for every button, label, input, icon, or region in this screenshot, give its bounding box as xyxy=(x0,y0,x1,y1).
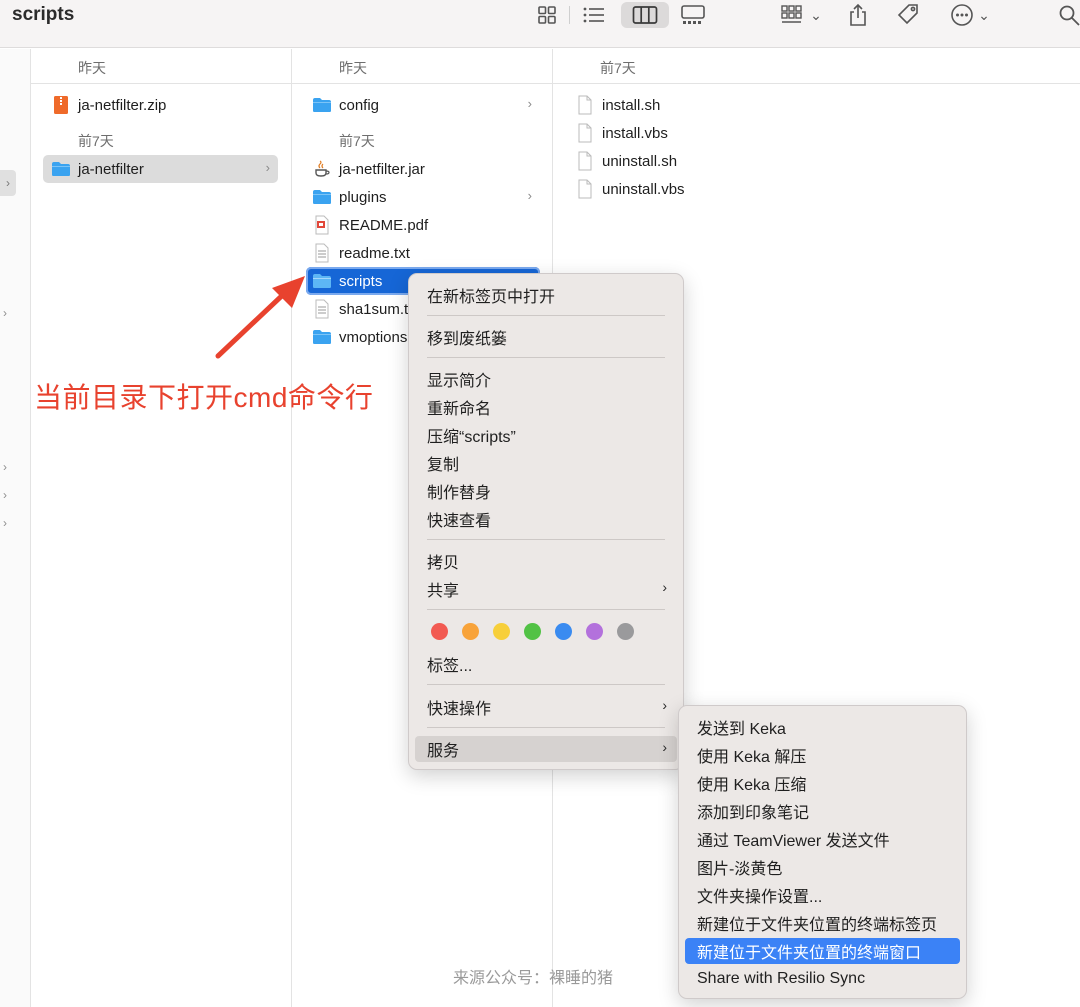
menu-item-rename[interactable]: 重新命名 xyxy=(415,394,677,420)
service-share-resilio-sync[interactable]: Share with Resilio Sync xyxy=(685,966,960,992)
submenu-arrow-icon: › xyxy=(662,739,667,755)
pdf-icon xyxy=(312,215,332,235)
zip-icon xyxy=(51,95,71,115)
folder-item-plugins[interactable]: plugins › xyxy=(306,183,540,211)
sidebar-column: › › › › › xyxy=(0,49,31,1007)
file-icon xyxy=(575,151,595,171)
folder-item-ja-netfilter[interactable]: ja-netfilter › xyxy=(43,155,278,183)
sidebar-toggle-button[interactable]: › xyxy=(0,170,16,196)
folder-icon xyxy=(312,271,332,291)
folder-icon xyxy=(312,95,332,115)
tag-green-icon[interactable] xyxy=(524,623,541,640)
chevron-right-icon: › xyxy=(527,96,532,111)
services-submenu: 发送到 Keka 使用 Keka 解压 使用 Keka 压缩 添加到印象笔记 通… xyxy=(678,705,967,999)
tag-color-picker xyxy=(431,623,634,640)
service-keka-extract[interactable]: 使用 Keka 解压 xyxy=(685,742,960,768)
file-icon xyxy=(575,179,595,199)
tag-gray-icon[interactable] xyxy=(617,623,634,640)
search-icon[interactable] xyxy=(1058,2,1080,28)
group-icon[interactable]: ⌄ xyxy=(776,2,826,28)
column-header: 前7天 xyxy=(553,49,1080,84)
browser-column-1: 昨天 ja-netfilter.zip 前7天 ja-netfilter › xyxy=(31,49,292,1007)
folder-item-config[interactable]: config › xyxy=(306,91,540,119)
file-icon xyxy=(575,123,595,143)
sidebar-chevron-icon[interactable]: › xyxy=(3,306,7,320)
text-file-icon xyxy=(312,243,332,263)
toolbar: scripts ⌄ ⌄ xyxy=(0,0,1080,48)
menu-item-copy[interactable]: 拷贝 xyxy=(415,548,677,574)
file-item[interactable]: uninstall.sh xyxy=(569,147,809,175)
file-item[interactable]: README.pdf xyxy=(306,211,540,239)
more-icon[interactable]: ⌄ xyxy=(946,2,994,28)
service-new-terminal-tab[interactable]: 新建位于文件夹位置的终端标签页 xyxy=(685,910,960,936)
more-chevron-icon: ⌄ xyxy=(978,6,990,23)
annotation-arrow-icon xyxy=(215,276,305,359)
service-new-terminal-window[interactable]: 新建位于文件夹位置的终端窗口 xyxy=(685,938,960,964)
section-label: 前7天 xyxy=(339,133,375,149)
icon-view-icon[interactable] xyxy=(535,2,559,28)
annotation-text: 当前目录下打开cmd命令行 xyxy=(34,382,374,413)
file-item[interactable]: ja-netfilter.zip xyxy=(45,91,277,119)
service-image-yellow[interactable]: 图片-淡黄色 xyxy=(685,854,960,880)
sidebar-chevron-icon[interactable]: › xyxy=(3,460,7,474)
group-chevron-icon: ⌄ xyxy=(810,6,822,23)
menu-item-move-to-trash[interactable]: 移到废纸篓 xyxy=(415,324,677,350)
service-teamviewer-send[interactable]: 通过 TeamViewer 发送文件 xyxy=(685,826,960,852)
section-label: 前7天 xyxy=(78,133,114,149)
list-view-icon[interactable] xyxy=(580,2,608,28)
submenu-arrow-icon: › xyxy=(662,697,667,713)
menu-item-compress[interactable]: 压缩“scripts” xyxy=(415,422,677,448)
service-send-to-keka[interactable]: 发送到 Keka xyxy=(685,714,960,740)
folder-icon xyxy=(312,187,332,207)
menu-item-open-in-new-tab[interactable]: 在新标签页中打开 xyxy=(415,282,677,308)
file-icon xyxy=(575,95,595,115)
file-item[interactable]: ja-netfilter.jar xyxy=(306,155,540,183)
file-item[interactable]: uninstall.vbs xyxy=(569,175,809,203)
tag-orange-icon[interactable] xyxy=(462,623,479,640)
menu-item-get-info[interactable]: 显示简介 xyxy=(415,366,677,392)
menu-item-share[interactable]: 共享 › xyxy=(415,576,677,602)
watermark: 来源公众号：裸睡的猪 xyxy=(453,970,614,987)
share-icon[interactable] xyxy=(846,2,870,28)
menu-item-duplicate[interactable]: 复制 xyxy=(415,450,677,476)
sidebar-chevron-icon[interactable]: › xyxy=(3,488,7,502)
submenu-arrow-icon: › xyxy=(662,579,667,595)
sidebar-chevron-icon[interactable]: › xyxy=(3,516,7,530)
tag-red-icon[interactable] xyxy=(431,623,448,640)
menu-item-services[interactable]: 服务 › xyxy=(415,736,677,762)
service-keka-compress[interactable]: 使用 Keka 压缩 xyxy=(685,770,960,796)
text-file-icon xyxy=(312,299,332,319)
file-item[interactable]: install.sh xyxy=(569,91,809,119)
menu-item-quick-look[interactable]: 快速查看 xyxy=(415,506,677,532)
menu-item-tags[interactable]: 标签... xyxy=(415,651,677,677)
tag-blue-icon[interactable] xyxy=(555,623,572,640)
chevron-right-icon: › xyxy=(527,188,532,203)
tag-yellow-icon[interactable] xyxy=(493,623,510,640)
menu-item-quick-actions[interactable]: 快速操作 › xyxy=(415,694,677,720)
chevron-right-icon: › xyxy=(265,160,270,175)
service-folder-actions-setup[interactable]: 文件夹操作设置... xyxy=(685,882,960,908)
gallery-view-icon[interactable] xyxy=(678,2,708,28)
column-header: 昨天 xyxy=(31,49,291,84)
folder-icon xyxy=(51,159,71,179)
context-menu: 在新标签页中打开 移到废纸篓 显示简介 重新命名 压缩“scripts” 复制 … xyxy=(408,273,684,770)
file-item[interactable]: readme.txt xyxy=(306,239,540,267)
column-view-icon[interactable] xyxy=(621,2,669,28)
java-icon xyxy=(312,159,332,179)
tag-purple-icon[interactable] xyxy=(586,623,603,640)
window-title: scripts xyxy=(12,4,75,25)
menu-item-make-alias[interactable]: 制作替身 xyxy=(415,478,677,504)
column-header: 昨天 xyxy=(292,49,552,84)
file-item[interactable]: install.vbs xyxy=(569,119,809,147)
folder-icon xyxy=(312,327,332,347)
service-add-to-evernote[interactable]: 添加到印象笔记 xyxy=(685,798,960,824)
tag-icon[interactable] xyxy=(894,2,922,28)
